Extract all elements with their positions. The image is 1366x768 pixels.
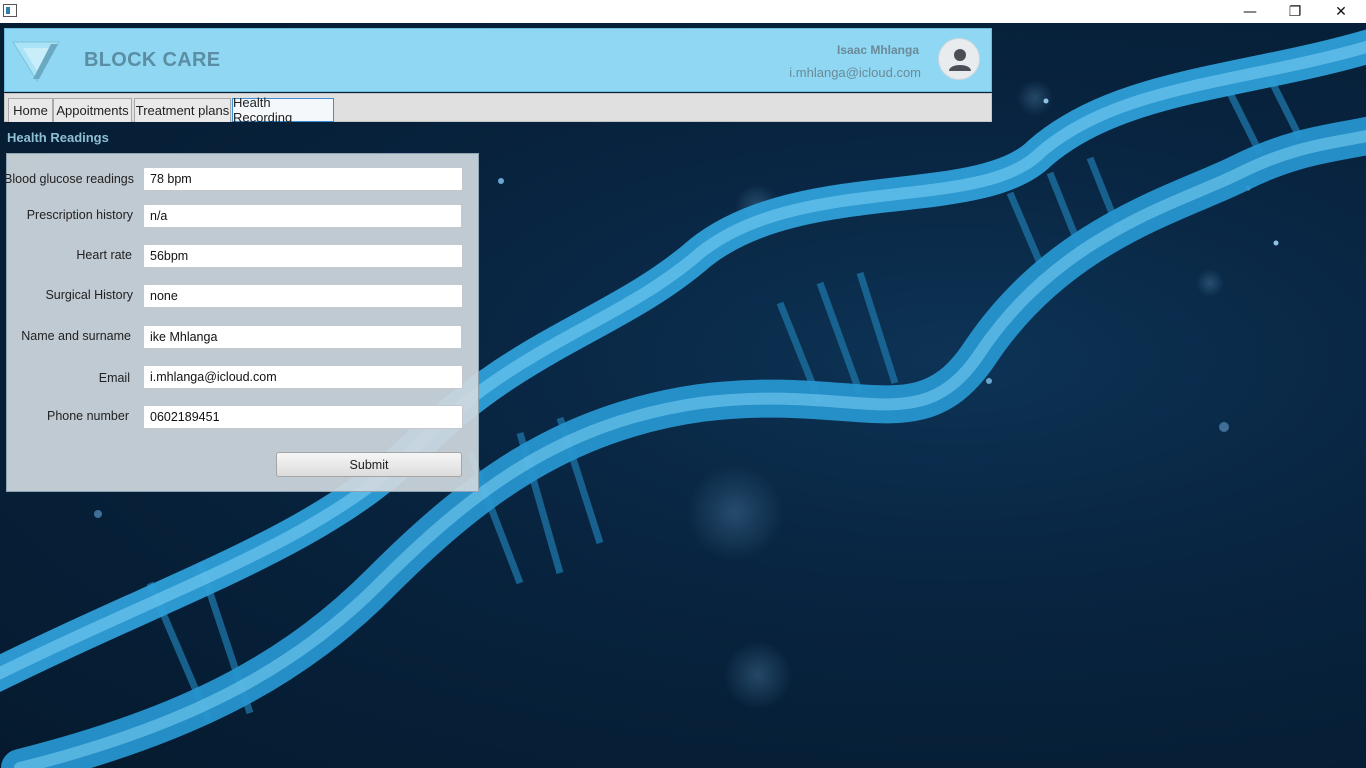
heart-rate-label: Heart rate (76, 248, 132, 262)
window-titlebar: — ❐ ✕ (0, 0, 1366, 23)
name-surname-input[interactable]: ike Mhlanga (143, 325, 462, 349)
phone-number-label: Phone number (46, 409, 129, 423)
email-input[interactable]: i.mhlanga@icloud.com (143, 365, 463, 389)
heart-rate-input[interactable]: 56bpm (143, 244, 463, 268)
user-avatar-icon[interactable] (938, 38, 980, 80)
brand-title: BLOCK CARE (84, 49, 221, 71)
name-surname-label: Name and surname (21, 329, 131, 343)
navigation-tabs: Home Appoitments Treatment plans Health … (4, 93, 992, 125)
app-icon (3, 4, 17, 17)
blood-glucose-label: Blood glucose readings (4, 172, 134, 186)
phone-number-input[interactable]: 0602189451 (143, 405, 463, 429)
surgical-history-label: Surgical History (45, 288, 133, 302)
blood-glucose-input[interactable]: 78 bpm (143, 167, 463, 191)
user-name: Isaac Mhlanga (836, 43, 919, 57)
prescription-history-label: Prescription history (26, 208, 133, 222)
prescription-history-input[interactable]: n/a (143, 204, 462, 228)
submit-button[interactable]: Submit (276, 452, 462, 477)
tab-home[interactable]: Home (8, 98, 53, 122)
user-email: i.mhlanga@icloud.com (789, 65, 921, 80)
tab-health-recording[interactable]: Health Recording (232, 95, 334, 125)
email-label: Email (98, 371, 130, 385)
minimize-button[interactable]: — (1227, 0, 1273, 23)
block-care-logo (11, 39, 61, 83)
app-header: BLOCK CARE Isaac Mhlanga i.mhlanga@iclou… (4, 28, 992, 92)
maximize-button[interactable]: ❐ (1272, 0, 1318, 23)
tab-treatment-plans[interactable]: Treatment plans (134, 98, 231, 122)
close-button[interactable]: ✕ (1318, 0, 1364, 23)
surgical-history-input[interactable]: none (143, 284, 463, 308)
tab-appointments[interactable]: Appoitments (53, 98, 132, 122)
section-title: Health Readings (7, 130, 109, 145)
